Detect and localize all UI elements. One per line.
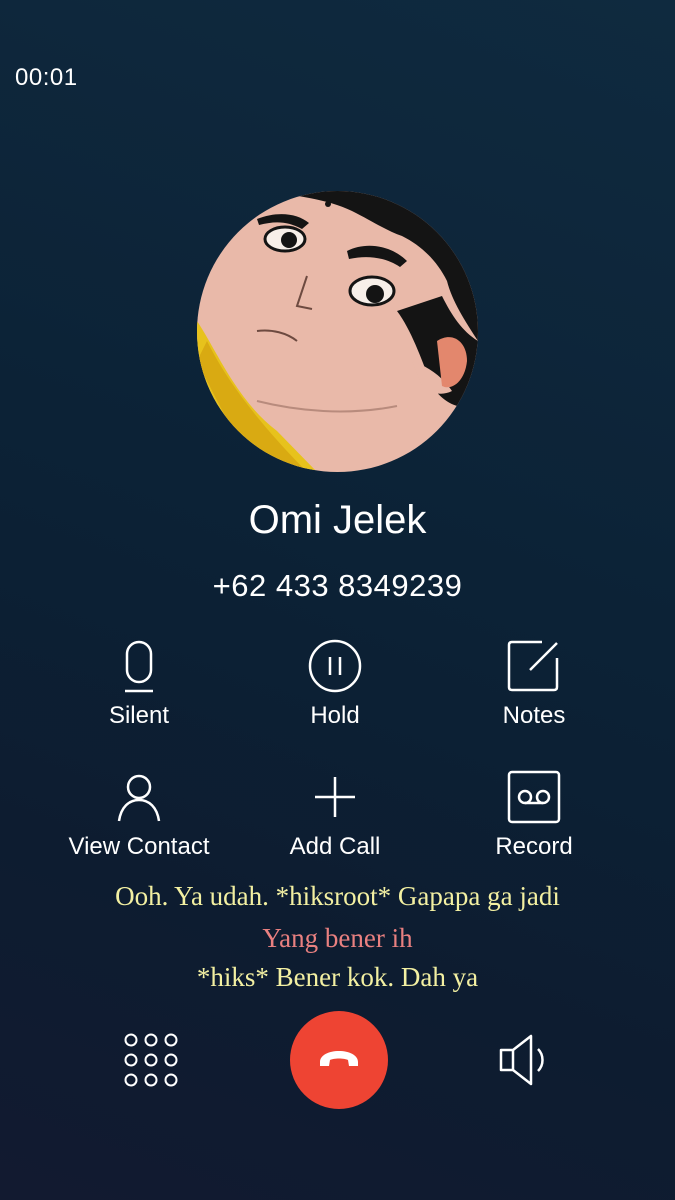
phone-number: +62 433 8349239 — [212, 568, 463, 603]
record-tape-icon — [507, 770, 561, 824]
hang-up-icon — [320, 1051, 358, 1066]
microphone-icon — [125, 640, 153, 693]
speaker-button[interactable] — [498, 1033, 550, 1087]
contact-name: Omi Jelek — [248, 498, 427, 542]
end-call-button[interactable] — [290, 1011, 388, 1109]
plus-icon — [315, 777, 355, 817]
speaker-icon — [499, 1034, 544, 1086]
record-button[interactable]: Record — [434, 767, 634, 861]
transcript-line: *hiks* Bener kok. Dah ya — [196, 962, 479, 992]
view-contact-button[interactable]: View Contact — [39, 767, 239, 861]
notes-button[interactable]: Notes — [434, 636, 634, 730]
dialpad-icon — [124, 1033, 178, 1087]
hold-button[interactable]: Hold — [235, 636, 435, 730]
contact-avatar — [197, 191, 478, 472]
hold-label: Hold — [310, 702, 360, 729]
dialpad-button[interactable] — [122, 1031, 180, 1089]
notes-icon — [507, 640, 559, 692]
transcript-line: Yang bener ih — [262, 923, 413, 953]
record-label: Record — [495, 833, 573, 860]
notes-label: Notes — [502, 702, 566, 729]
add-call-button[interactable]: Add Call — [235, 767, 435, 861]
view-contact-label: View Contact — [68, 833, 210, 860]
transcript-line: Ooh. Ya udah. *hiksroot* Gapapa ga jadi — [115, 881, 560, 911]
add-call-label: Add Call — [289, 833, 381, 860]
call-timer: 00:01 — [15, 64, 78, 91]
person-icon — [117, 774, 161, 822]
pause-icon — [308, 639, 362, 693]
silent-label: Silent — [108, 702, 170, 729]
silent-button[interactable]: Silent — [39, 636, 239, 730]
